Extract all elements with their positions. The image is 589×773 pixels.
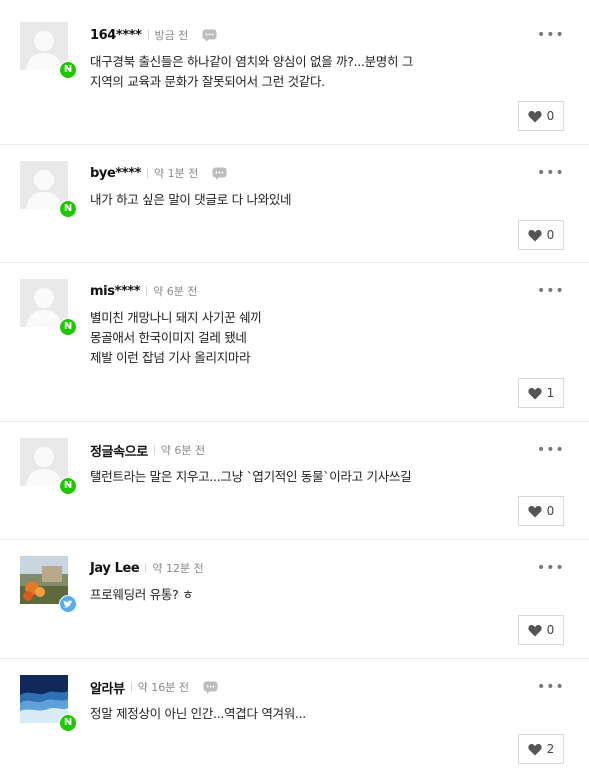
like-button[interactable]: 1 <box>518 378 564 408</box>
heart-icon <box>528 229 542 241</box>
more-options-button[interactable]: ••• <box>537 561 564 575</box>
heart-icon <box>528 743 542 755</box>
comment-text: 프로웨딩러 유통? ㅎ <box>90 587 194 602</box>
comment-meta: bye**** 약 1분 전 <box>90 164 227 182</box>
comment-meta: Jay Lee 약 12분 전 <box>90 559 204 577</box>
comment-meta: mis**** 약 6분 전 <box>90 282 198 300</box>
naver-icon: N <box>59 477 77 495</box>
more-options-button[interactable]: ••• <box>537 284 564 298</box>
reply-icon[interactable] <box>212 167 227 180</box>
like-count: 0 <box>546 109 555 123</box>
like-button[interactable]: 2 <box>518 734 564 764</box>
comment-meta: 정글속으로 약 6분 전 <box>90 441 206 460</box>
comment-text: 내가 하고 싶은 말이 댓글로 다 나와있네 <box>90 192 292 207</box>
comment-item: N bye**** 약 1분 전 내가 하고 싶은 말이 댓글로 다 나와있네 … <box>0 145 589 263</box>
comment-meta: 164**** 방금 전 <box>90 26 217 44</box>
like-button[interactable]: 0 <box>518 101 564 131</box>
author-name[interactable]: 정글속으로 <box>90 441 148 460</box>
more-options-button[interactable]: ••• <box>537 28 564 42</box>
timestamp: 약 6분 전 <box>160 444 206 457</box>
like-count: 0 <box>546 504 555 518</box>
naver-icon: N <box>59 200 77 218</box>
reply-icon[interactable] <box>203 681 218 694</box>
comment-item: N 164**** 방금 전 대구경북 출신들은 하나같이 염치와 양심이 없을… <box>0 0 589 145</box>
like-button[interactable]: 0 <box>518 615 564 645</box>
comment-item: N mis**** 약 6분 전 별미친 개망나니 돼지 사기꾼 쉐끼 몽골애서… <box>0 263 589 422</box>
naver-icon: N <box>59 318 77 336</box>
comment-item: N 정글속으로 약 6분 전 탤런트라는 말은 지우고...그냥 `엽기적인 동… <box>0 422 589 540</box>
divider <box>146 286 148 296</box>
timestamp: 약 6분 전 <box>153 285 198 298</box>
comment-item: Jay Lee 약 12분 전 프로웨딩러 유통? ㅎ ••• 0 <box>0 540 589 659</box>
more-options-button[interactable]: ••• <box>537 443 564 457</box>
author-name[interactable]: bye**** <box>90 166 141 181</box>
comment-text: 대구경북 출신들은 하나같이 염치와 양심이 없을 까?...분명히 그 지역의… <box>90 54 414 89</box>
comment-list: N 164**** 방금 전 대구경북 출신들은 하나같이 염치와 양심이 없을… <box>0 0 589 773</box>
twitter-icon <box>59 595 77 613</box>
heart-icon <box>528 624 542 636</box>
author-name[interactable]: mis**** <box>90 284 141 299</box>
like-button[interactable]: 0 <box>518 496 564 526</box>
like-count: 2 <box>546 742 555 756</box>
divider <box>147 168 148 178</box>
comment-text: 별미친 개망나니 돼지 사기꾼 쉐끼 몽골애서 한국이미지 걸레 됐네 제발 이… <box>90 310 262 365</box>
naver-icon: N <box>59 61 77 79</box>
reply-icon[interactable] <box>202 29 217 42</box>
like-count: 1 <box>546 386 555 400</box>
author-name[interactable]: 164**** <box>90 28 142 43</box>
heart-icon <box>528 505 542 517</box>
divider <box>153 445 155 455</box>
more-options-button[interactable]: ••• <box>537 166 564 180</box>
heart-icon <box>528 387 542 399</box>
naver-icon: N <box>59 714 77 732</box>
divider <box>145 563 147 573</box>
timestamp: 약 12분 전 <box>152 562 204 575</box>
author-name[interactable]: 알라뷰 <box>90 678 125 697</box>
comment-meta: 알라뷰 약 16분 전 <box>90 678 218 697</box>
comment-text: 탤런트라는 말은 지우고...그냥 `엽기적인 동물`이라고 기사쓰길 <box>90 469 412 484</box>
like-count: 0 <box>546 228 555 242</box>
like-count: 0 <box>546 623 555 637</box>
comment-text: 정말 제정상이 아닌 인간...역겹다 역겨워... <box>90 706 306 721</box>
timestamp: 약 1분 전 <box>154 167 199 180</box>
more-options-button[interactable]: ••• <box>537 680 564 694</box>
divider <box>130 682 132 692</box>
author-name[interactable]: Jay Lee <box>90 561 140 576</box>
timestamp: 방금 전 <box>154 29 189 42</box>
like-button[interactable]: 0 <box>518 220 564 250</box>
comment-item: N 알라뷰 약 16분 전 정말 제정상이 아닌 인간...역겹다 역겨워...… <box>0 659 589 773</box>
timestamp: 약 16분 전 <box>137 681 190 694</box>
heart-icon <box>528 110 542 122</box>
divider <box>147 30 149 40</box>
